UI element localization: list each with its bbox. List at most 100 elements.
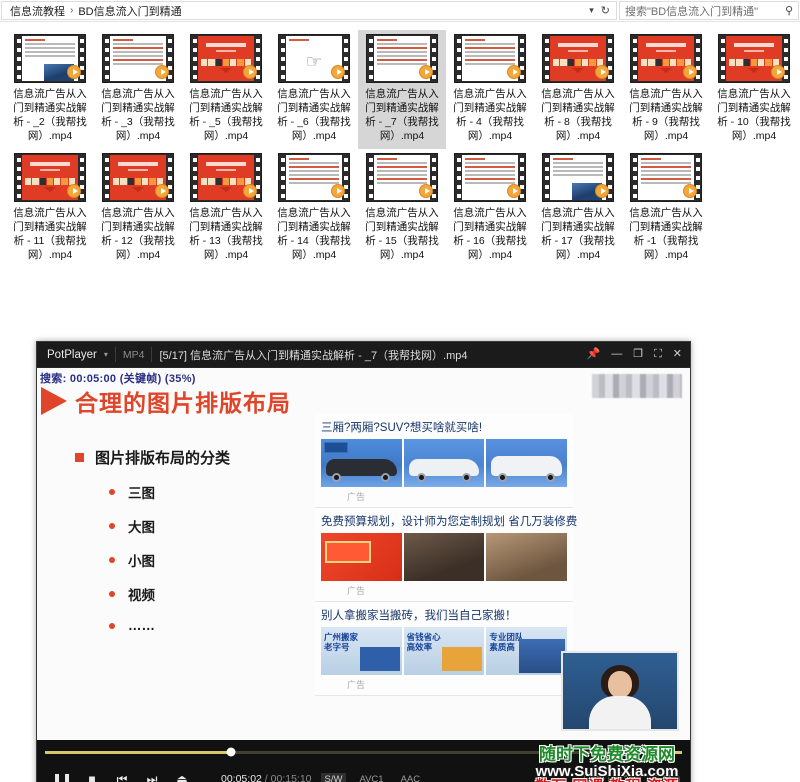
- video-thumbnail[interactable]: ☞: [278, 34, 350, 83]
- minimize-icon[interactable]: —: [611, 349, 622, 360]
- ad-label: 广告: [347, 586, 366, 596]
- play-badge-icon: [683, 65, 697, 79]
- moving-image-1: 广州搬家 老字号: [321, 627, 402, 675]
- film-sprockets-icon: [191, 154, 198, 201]
- file-tile[interactable]: 信息流广告从入门到精通实战解析 - _3（我帮找网）.mp4: [94, 30, 182, 149]
- file-name-label: 信息流广告从入门到精通实战解析 - 16（我帮找网）.mp4: [453, 207, 527, 261]
- square-bullet-icon: [75, 453, 84, 462]
- potplayer-menu-button[interactable]: PotPlayer: [43, 349, 101, 361]
- video-thumbnail[interactable]: [366, 153, 438, 202]
- file-name-label: 信息流广告从入门到精通实战解析 - 9（我帮找网）.mp4: [629, 88, 703, 142]
- file-tile[interactable]: 信息流广告从入门到精通实战解析 - 10（我帮找网）.mp4: [710, 30, 798, 149]
- file-name-label: 信息流广告从入门到精通实战解析 - 8（我帮找网）.mp4: [541, 88, 615, 142]
- badge-icon: [325, 541, 371, 563]
- close-icon[interactable]: ✕: [673, 349, 682, 360]
- video-thumbnail[interactable]: [14, 34, 86, 83]
- ad-images: [321, 439, 568, 487]
- file-icon-grid: 信息流广告从入门到精通实战解析 - _2（我帮找网）.mp4 信息流广告从入门到精…: [0, 22, 800, 268]
- refresh-icon[interactable]: ↻: [601, 4, 610, 17]
- stop-button[interactable]: ■: [77, 767, 107, 782]
- breadcrumb-separator-icon: ›: [70, 5, 74, 16]
- video-thumbnail[interactable]: [630, 153, 702, 202]
- file-tile[interactable]: 信息流广告从入门到精通实战解析 - _2（我帮找网）.mp4: [6, 30, 94, 149]
- slide-sub-bullet-label: 视频: [128, 588, 155, 603]
- video-thumbnail[interactable]: [102, 153, 174, 202]
- search-box[interactable]: 搜索"BD信息流入门到精通" ⚲: [619, 1, 799, 20]
- file-tile[interactable]: 信息流广告从入门到精通实战解析 - _5（我帮找网）.mp4: [182, 30, 270, 149]
- file-tile[interactable]: 信息流广告从入门到精通实战解析 - 17（我帮找网）.mp4: [534, 149, 622, 268]
- file-tile[interactable]: 信息流广告从入门到精通实战解析 - 11（我帮找网）.mp4: [6, 149, 94, 268]
- file-tile[interactable]: 信息流广告从入门到精通实战解析 - 15（我帮找网）.mp4: [358, 149, 446, 268]
- blurred-region: [592, 374, 682, 398]
- render-mode-badge[interactable]: S/W: [320, 772, 347, 782]
- video-thumbnail[interactable]: [542, 153, 614, 202]
- breadcrumb-item-0[interactable]: 信息流教程: [8, 3, 67, 19]
- seek-handle[interactable]: [226, 747, 236, 757]
- film-sprockets-icon: [279, 154, 286, 201]
- breadcrumb-item-1[interactable]: BD信息流入门到精通: [76, 3, 183, 19]
- ad-title: 三厢?两厢?SUV?想买啥就买啥!: [321, 422, 483, 434]
- video-thumbnail[interactable]: [366, 34, 438, 83]
- file-tile[interactable]: 信息流广告从入门到精通实战解析 - 16（我帮找网）.mp4: [446, 149, 534, 268]
- file-tile[interactable]: 信息流广告从入门到精通实战解析 - 4（我帮找网）.mp4: [446, 30, 534, 149]
- fullscreen-icon[interactable]: ⛶: [654, 349, 662, 360]
- ad-images: [321, 533, 568, 581]
- film-sprockets-icon: [455, 35, 462, 82]
- title-divider: [114, 347, 116, 362]
- next-button[interactable]: ⏭: [137, 767, 167, 782]
- video-codec-badge[interactable]: AVC1: [355, 773, 387, 782]
- video-surface[interactable]: 搜索: 00:05:00 (关键帧) (35%) 合理的图片排版布局 图片排版布…: [37, 368, 690, 740]
- pause-button[interactable]: ❚❚: [47, 767, 77, 782]
- maximize-icon[interactable]: ❐: [633, 349, 643, 360]
- film-sprockets-icon: [15, 35, 22, 82]
- brand-logo-icon: [324, 442, 348, 453]
- play-badge-icon: [331, 184, 345, 198]
- play-badge-icon: [595, 65, 609, 79]
- eject-button[interactable]: ⏏: [167, 767, 197, 782]
- search-input[interactable]: 搜索"BD信息流入门到精通": [625, 3, 758, 19]
- file-tile[interactable]: 信息流广告从入门到精通实战解析 - _7（我帮找网）.mp4: [358, 30, 446, 149]
- file-tile[interactable]: 信息流广告从入门到精通实战解析 - 9（我帮找网）.mp4: [622, 30, 710, 149]
- chevron-down-icon[interactable]: ▾: [101, 350, 108, 359]
- video-thumbnail[interactable]: [14, 153, 86, 202]
- video-thumbnail[interactable]: [190, 153, 262, 202]
- play-badge-icon: [419, 65, 433, 79]
- search-icon[interactable]: ⚲: [785, 4, 793, 17]
- file-tile[interactable]: 信息流广告从入门到精通实战解析 - 13（我帮找网）.mp4: [182, 149, 270, 268]
- ad-title: 别人拿搬家当搬砖，我们当自己家搬！: [321, 610, 517, 622]
- audio-codec-badge[interactable]: AAC: [397, 773, 425, 782]
- previous-button[interactable]: ⏮: [107, 767, 137, 782]
- film-sprockets-icon: [719, 35, 726, 82]
- video-thumbnail[interactable]: [630, 34, 702, 83]
- file-name-label: 信息流广告从入门到精通实战解析 - _5（我帮找网）.mp4: [189, 88, 263, 142]
- file-name-label: 信息流广告从入门到精通实战解析 - _7（我帮找网）.mp4: [365, 88, 439, 142]
- moving-caption-1: 广州搬家 老字号: [324, 632, 359, 652]
- file-tile[interactable]: 信息流广告从入门到精通实战解析 -1（我帮找网）.mp4: [622, 149, 710, 268]
- film-sprockets-icon: [15, 154, 22, 201]
- file-name-label: 信息流广告从入门到精通实战解析 - _6（我帮找网）.mp4: [277, 88, 351, 142]
- video-thumbnail[interactable]: [190, 34, 262, 83]
- player-control-bar: 🔊 ❚❚ ■ ⏮ ⏭ ⏏ 00:05:02 / 00:15:10 S/W AVC…: [37, 740, 690, 782]
- video-thumbnail[interactable]: [454, 153, 526, 202]
- video-thumbnail[interactable]: [454, 34, 526, 83]
- watermark-line-2: www.SuiShiXia.com: [535, 762, 679, 780]
- video-thumbnail[interactable]: [102, 34, 174, 83]
- file-name-label: 信息流广告从入门到精通实战解析 - 15（我帮找网）.mp4: [365, 207, 439, 261]
- file-tile[interactable]: ☞ 信息流广告从入门到精通实战解析 - _6（我帮找网）.mp4: [270, 30, 358, 149]
- time-display: 00:05:02 / 00:15:10: [221, 773, 312, 782]
- seek-progress-fill: [45, 750, 231, 754]
- file-tile[interactable]: 信息流广告从入门到精通实战解析 - 14（我帮找网）.mp4: [270, 149, 358, 268]
- potplayer-title-bar[interactable]: PotPlayer ▾ MP4 [5/17] 信息流广告从入门到精通实战解析 -…: [37, 342, 690, 368]
- chevron-down-icon[interactable]: ▾: [589, 5, 594, 16]
- video-thumbnail[interactable]: [542, 34, 614, 83]
- video-thumbnail[interactable]: [718, 34, 790, 83]
- file-tile[interactable]: 信息流广告从入门到精通实战解析 - 8（我帮找网）.mp4: [534, 30, 622, 149]
- ad-label: 广告: [347, 492, 366, 502]
- file-name-label: 信息流广告从入门到精通实战解析 - 11（我帮找网）.mp4: [13, 207, 87, 261]
- pin-icon[interactable]: 📌: [587, 349, 601, 360]
- file-tile[interactable]: 信息流广告从入门到精通实战解析 - 12（我帮找网）.mp4: [94, 149, 182, 268]
- watermark-line-1: 随时下免费资源网: [539, 744, 675, 764]
- address-path-field[interactable]: 信息流教程 › BD信息流入门到精通 ▾ ↻: [1, 1, 617, 20]
- slide-bullet-main-label: 图片排版布局的分类: [95, 450, 231, 467]
- video-thumbnail[interactable]: [278, 153, 350, 202]
